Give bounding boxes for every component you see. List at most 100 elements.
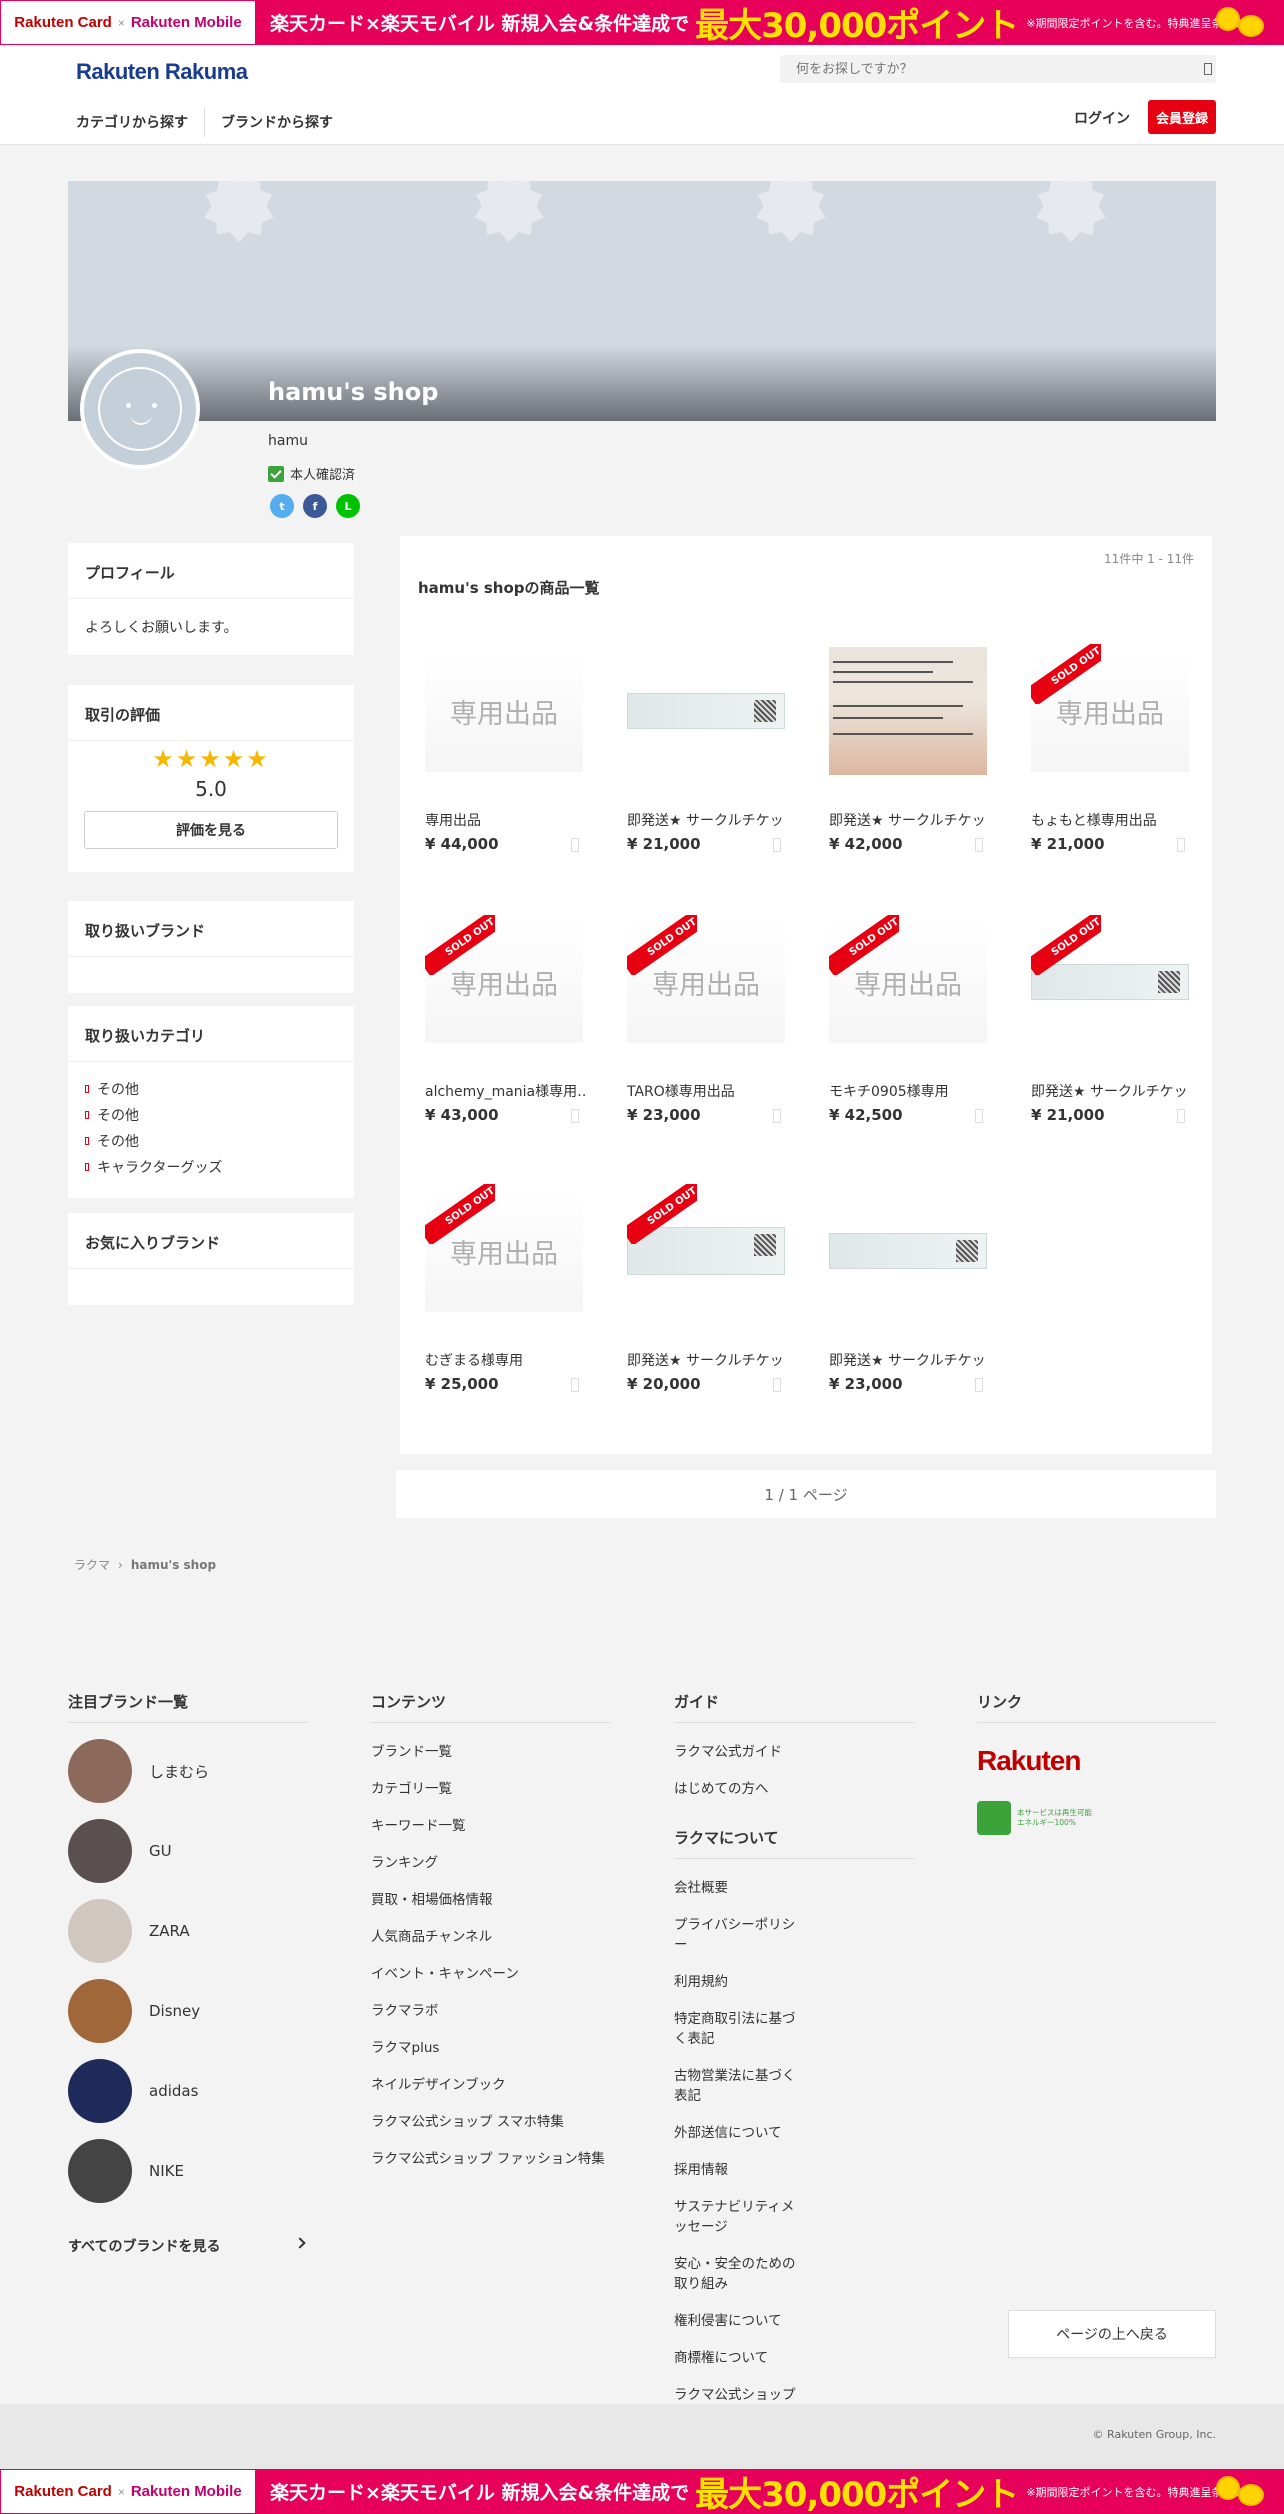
category-item[interactable]: その他 xyxy=(85,1128,337,1154)
brand-image[interactable] xyxy=(68,1819,132,1883)
footer-link[interactable]: 権利侵害について xyxy=(674,2309,804,2329)
login-link[interactable]: ログイン xyxy=(1074,108,1130,128)
footer-link[interactable]: 安心・安全のための取り組み xyxy=(674,2252,804,2292)
footer-link[interactable]: 古物営業法に基づく表記 xyxy=(674,2064,804,2104)
product-thumb[interactable] xyxy=(829,1190,987,1312)
like-icon[interactable] xyxy=(571,1109,579,1123)
product-card[interactable]: 専用出品 SOLD OUT TARO様専用出品 ¥ 23,000 xyxy=(627,901,787,1141)
product-card[interactable]: 即発送★ サークルチケット… ¥ 42,000 xyxy=(829,630,989,870)
footer-link[interactable]: 採用情報 xyxy=(674,2158,804,2178)
product-photo[interactable] xyxy=(829,647,987,775)
like-icon[interactable] xyxy=(975,1109,983,1123)
footer-link[interactable]: サステナビリティメッセージ xyxy=(674,2195,804,2235)
product-card[interactable]: 専用出品 SOLD OUT alchemy_mania様専用… ¥ 43,000 xyxy=(425,901,585,1141)
footer-link[interactable]: イベント・キャンペーン xyxy=(371,1962,611,1982)
product-name[interactable]: 即発送★ サークルチケット… xyxy=(627,1350,787,1370)
product-thumb[interactable] xyxy=(627,650,785,772)
product-card[interactable]: 専用出品 SOLD OUT むぎまる様専用 ¥ 25,000 xyxy=(425,1170,585,1410)
brand-name[interactable]: Disney xyxy=(149,2002,200,2020)
product-thumb[interactable]: 専用出品 xyxy=(425,650,583,772)
brand-item[interactable]: しまむら xyxy=(68,1731,308,1811)
placeholder-image[interactable]: 専用出品 xyxy=(425,650,583,772)
nav-category-link[interactable]: カテゴリから探す xyxy=(76,112,188,132)
like-icon[interactable] xyxy=(1177,1109,1185,1123)
footer-link[interactable]: 特定商取引法に基づく表記 xyxy=(674,2007,804,2047)
footer-link[interactable]: ランキング xyxy=(371,1851,611,1871)
product-name[interactable]: 即発送★ サークルチケット… xyxy=(829,810,989,830)
like-icon[interactable] xyxy=(773,1109,781,1123)
search-box[interactable] xyxy=(780,55,1216,83)
brand-item[interactable]: NIKE xyxy=(68,2131,308,2211)
product-photo[interactable] xyxy=(627,693,785,729)
brand-image[interactable] xyxy=(68,1899,132,1963)
brand-name[interactable]: しまむら xyxy=(149,1761,209,1782)
brand-name[interactable]: GU xyxy=(149,1842,172,1860)
product-card[interactable]: 即発送★ サークルチケット… ¥ 21,000 xyxy=(627,630,787,870)
footer-link[interactable]: キーワード一覧 xyxy=(371,1814,611,1834)
category-item[interactable]: キャラクターグッズ xyxy=(85,1154,337,1180)
product-name[interactable]: 即発送★ サークルチケット… xyxy=(829,1350,989,1370)
like-icon[interactable] xyxy=(975,1378,983,1392)
like-icon[interactable] xyxy=(975,838,983,852)
category-item[interactable]: その他 xyxy=(85,1102,337,1128)
promo-banner-bottom[interactable]: Rakuten Card × Rakuten Mobile 楽天カード×楽天モバ… xyxy=(0,2469,1284,2514)
footer-link[interactable]: ラクマ公式ガイド xyxy=(674,1740,914,1760)
footer-link[interactable]: 買取・相場価格情報 xyxy=(371,1888,611,1908)
twitter-icon[interactable]: t xyxy=(270,494,294,518)
like-icon[interactable] xyxy=(773,838,781,852)
footer-link[interactable]: ラクマ公式ショップ スマホ特集 xyxy=(371,2110,611,2130)
product-thumb[interactable] xyxy=(829,647,987,775)
green-energy-badge[interactable]: 本サービスは再生可能エネルギー100% xyxy=(977,1801,1217,1835)
product-name[interactable]: モキチ0905様専用 xyxy=(829,1081,989,1101)
rakuten-logo[interactable]: Rakuten xyxy=(977,1745,1217,1777)
facebook-icon[interactable]: f xyxy=(303,494,327,518)
promo-banner-top[interactable]: Rakuten Card × Rakuten Mobile 楽天カード×楽天モバ… xyxy=(0,0,1284,46)
brand-item[interactable]: ZARA xyxy=(68,1891,308,1971)
brand-item[interactable]: adidas xyxy=(68,2051,308,2131)
product-card[interactable]: SOLD OUT 即発送★ サークルチケット… ¥ 21,000 xyxy=(1031,901,1191,1141)
product-card[interactable]: 専用出品 SOLD OUT もょもと様専用出品 ¥ 21,000 xyxy=(1031,630,1191,870)
view-ratings-button[interactable]: 評価を見る xyxy=(84,811,338,849)
product-card[interactable]: 即発送★ サークルチケット… ¥ 23,000 xyxy=(829,1170,989,1410)
brand-image[interactable] xyxy=(68,2059,132,2123)
like-icon[interactable] xyxy=(571,838,579,852)
nav-brand-link[interactable]: ブランドから探す xyxy=(221,112,333,132)
product-name[interactable]: もょもと様専用出品 xyxy=(1031,810,1191,830)
product-card[interactable]: 専用出品 SOLD OUT モキチ0905様専用 ¥ 42,500 xyxy=(829,901,989,1141)
line-icon[interactable]: L xyxy=(336,494,360,518)
footer-link[interactable]: ラクマラボ xyxy=(371,1999,611,2019)
product-name[interactable]: むぎまる様専用 xyxy=(425,1350,585,1370)
brand-item[interactable]: Disney xyxy=(68,1971,308,2051)
footer-link[interactable]: 外部送信について xyxy=(674,2121,804,2141)
brand-name[interactable]: NIKE xyxy=(149,2162,184,2180)
rakuma-logo[interactable]: Rakuten Rakuma xyxy=(76,59,248,85)
footer-link[interactable]: ネイルデザインブック xyxy=(371,2073,611,2093)
brand-image[interactable] xyxy=(68,1979,132,2043)
product-name[interactable]: 即発送★ サークルチケット… xyxy=(1031,1081,1191,1101)
footer-link[interactable]: 利用規約 xyxy=(674,1970,804,1990)
back-to-top-button[interactable]: ページの上へ戻る xyxy=(1008,2310,1216,2358)
footer-link[interactable]: ラクマ公式ショップ ファッション特集 xyxy=(371,2147,611,2167)
footer-link[interactable]: はじめての方へ xyxy=(674,1777,914,1797)
footer-link[interactable]: ラクマplus xyxy=(371,2036,611,2056)
footer-link[interactable]: 人気商品チャンネル xyxy=(371,1925,611,1945)
product-name[interactable]: TARO様専用出品 xyxy=(627,1081,787,1101)
product-name[interactable]: 即発送★ サークルチケット… xyxy=(627,810,787,830)
footer-link[interactable]: 商標権について xyxy=(674,2346,804,2366)
footer-link[interactable]: 会社概要 xyxy=(674,1876,804,1896)
product-name[interactable]: alchemy_mania様専用… xyxy=(425,1081,585,1101)
breadcrumb-home[interactable]: ラクマ xyxy=(74,1556,110,1573)
footer-link[interactable]: カテゴリ一覧 xyxy=(371,1777,611,1797)
brand-image[interactable] xyxy=(68,1739,132,1803)
product-card[interactable]: SOLD OUT 即発送★ サークルチケット… ¥ 20,000 xyxy=(627,1170,787,1410)
search-input[interactable] xyxy=(796,61,1176,77)
product-photo[interactable] xyxy=(829,1233,987,1269)
product-name[interactable]: 専用出品 xyxy=(425,810,585,830)
product-card[interactable]: 専用出品 専用出品 ¥ 44,000 xyxy=(425,630,585,870)
footer-link[interactable]: プライバシーポリシー xyxy=(674,1913,804,1953)
search-icon[interactable] xyxy=(1204,63,1212,75)
like-icon[interactable] xyxy=(1177,838,1185,852)
footer-link[interactable]: ブランド一覧 xyxy=(371,1740,611,1760)
register-button[interactable]: 会員登録 xyxy=(1148,100,1216,134)
brand-name[interactable]: ZARA xyxy=(149,1922,190,1940)
